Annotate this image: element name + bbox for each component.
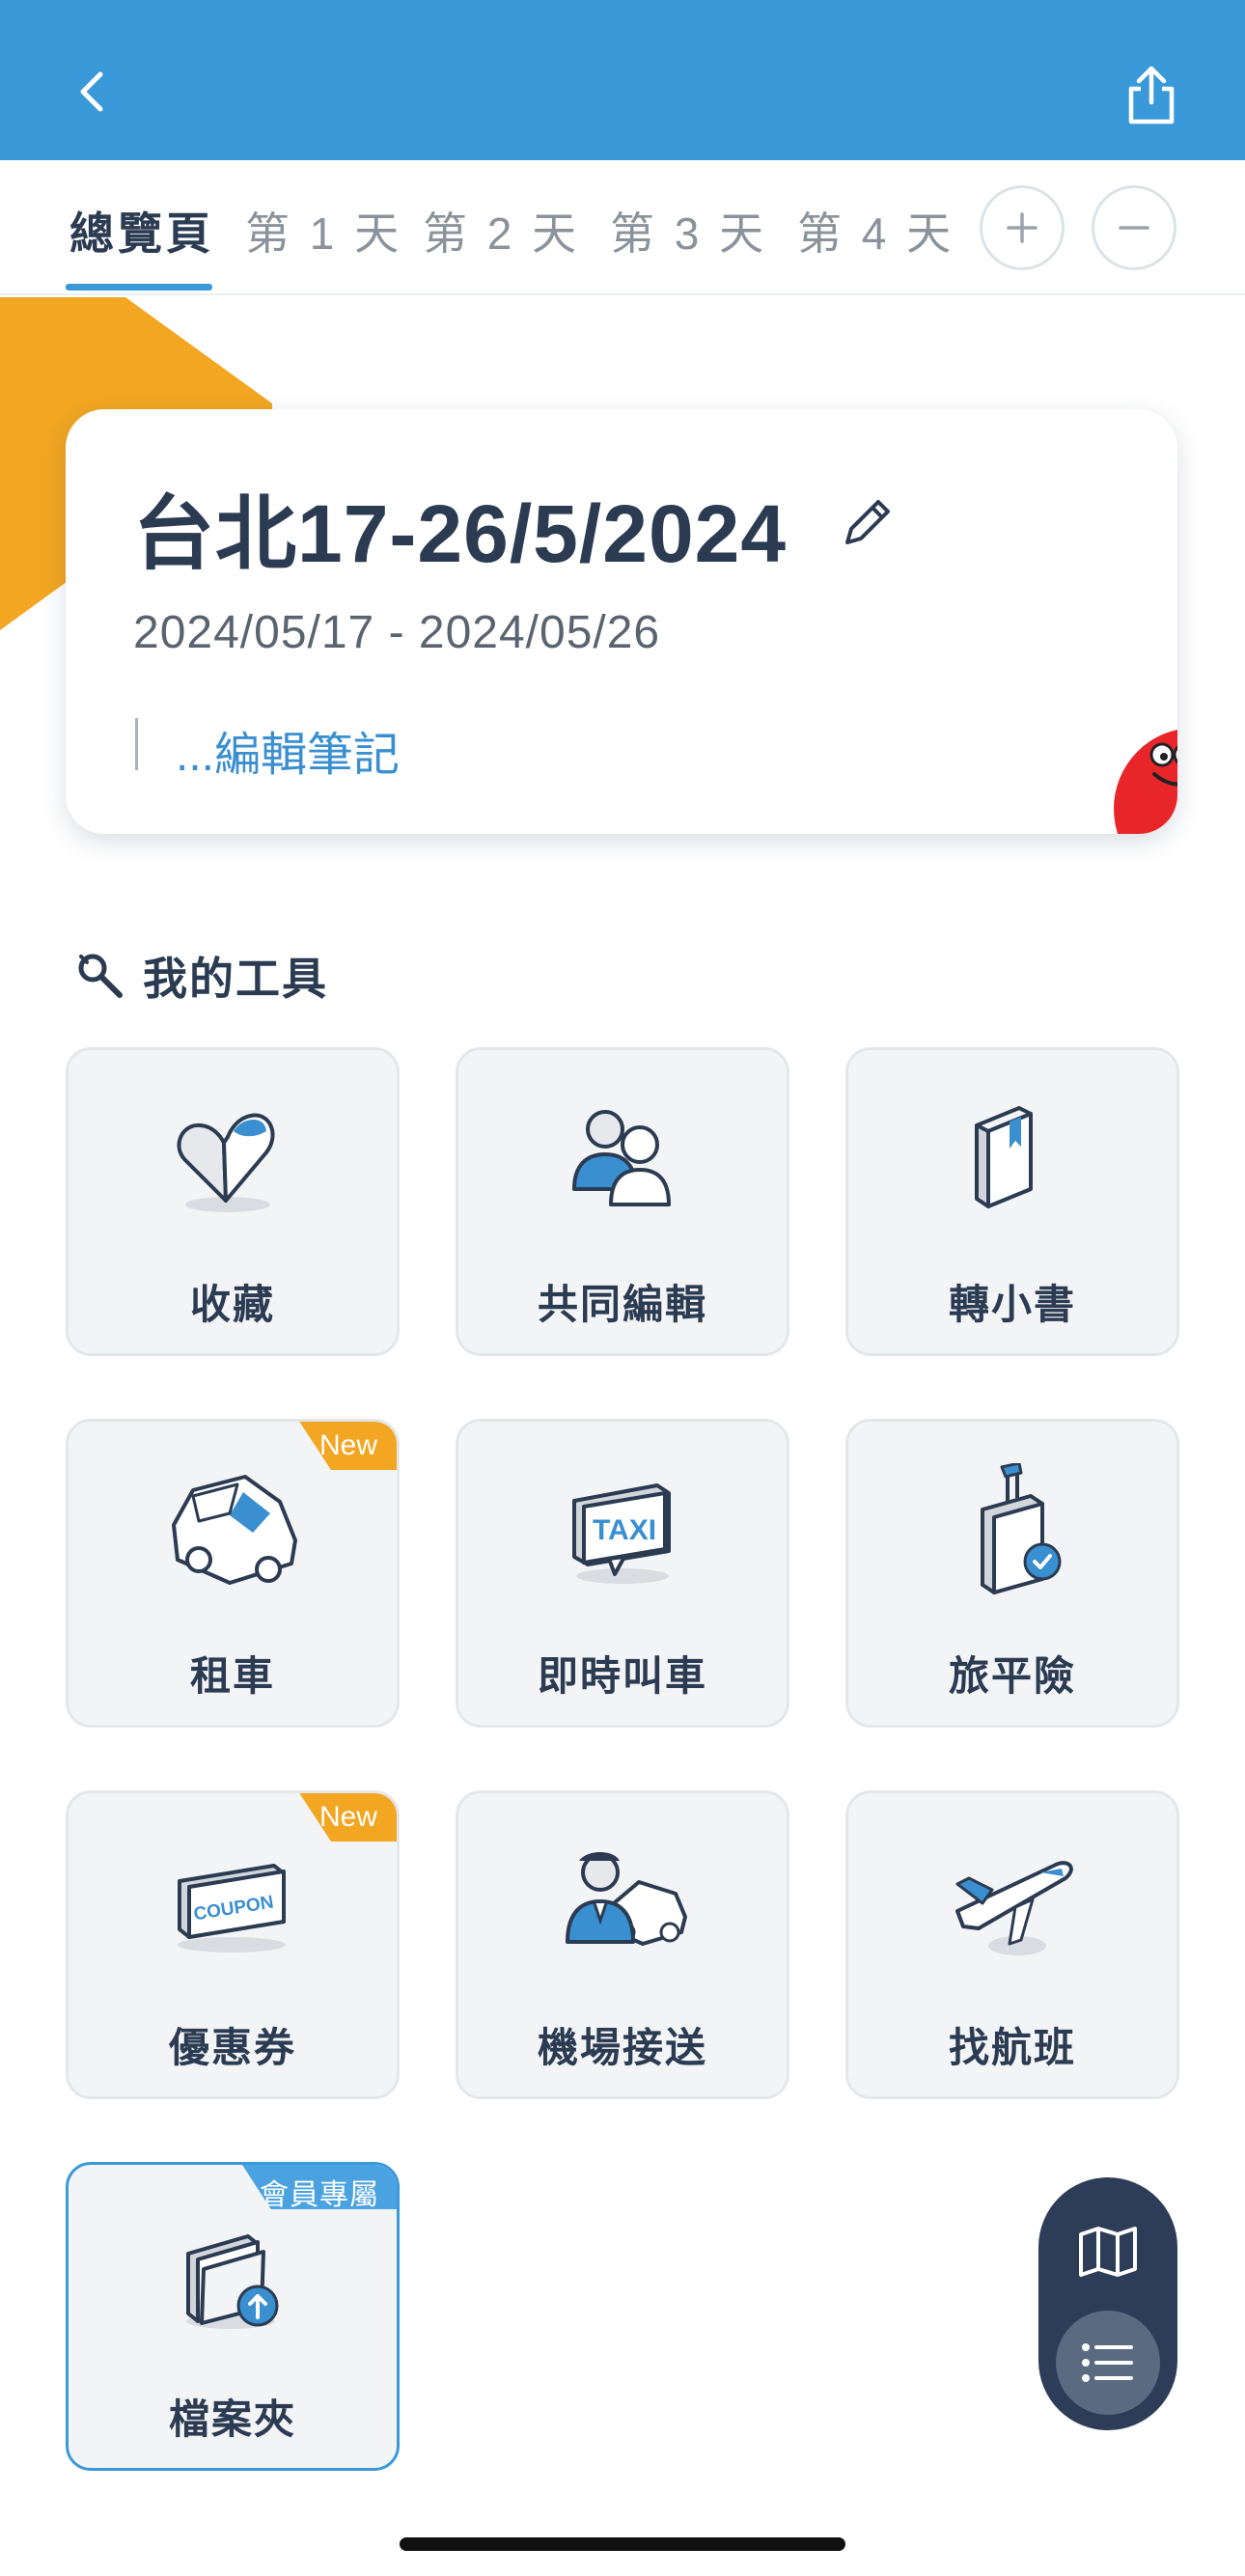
add-day-button[interactable] [980, 185, 1065, 270]
tool-travel-insurance[interactable]: 旅平險 [845, 1419, 1179, 1728]
trip-dates: 2024/05/17 - 2024/05/26 [133, 607, 661, 658]
mascot-illustration [1112, 716, 1177, 834]
tool-label: 機場接送 [537, 2025, 707, 2070]
people-icon [458, 1087, 787, 1232]
tab-day-4[interactable]: 第 4 天 [797, 199, 954, 263]
tool-label: 旅平險 [948, 1653, 1076, 1699]
tool-airport-transfer[interactable]: 機場接送 [456, 1790, 789, 2099]
share-button[interactable] [1120, 60, 1183, 131]
share-icon [1128, 66, 1175, 125]
list-view-button[interactable] [1056, 2311, 1160, 2415]
tool-folder[interactable]: 會員專屬 檔案夾 [66, 2162, 400, 2471]
tool-label: 租車 [189, 1653, 275, 1699]
tool-label: 優惠券 [168, 2025, 296, 2070]
tool-label: 找航班 [948, 2025, 1076, 2070]
tool-label: 轉小書 [948, 1282, 1076, 1327]
tools-section-header: 我的工具 [73, 944, 328, 1008]
tab-overview[interactable]: 總覽頁 [69, 199, 214, 263]
edit-title-button[interactable] [838, 494, 896, 552]
coupon-icon: COUPON [69, 1830, 397, 1975]
tool-co-edit[interactable]: 共同編輯 [456, 1047, 789, 1356]
tool-favorites[interactable]: 收藏 [66, 1047, 400, 1356]
wrench-search-icon [78, 954, 123, 998]
map-icon [1079, 2227, 1137, 2277]
tool-find-flights[interactable]: 找航班 [845, 1790, 1179, 2099]
day-tabs: 總覽頁 第 1 天 第 2 天 第 3 天 第 4 天 [0, 160, 1245, 295]
tab-day-1[interactable]: 第 1 天 [245, 199, 402, 263]
top-app-bar [0, 0, 1245, 160]
tab-day-2[interactable]: 第 2 天 [423, 199, 580, 263]
minus-icon [1119, 226, 1149, 230]
driver-car-icon [458, 1830, 787, 1975]
heart-icon [69, 1087, 397, 1232]
tool-to-booklet[interactable]: 轉小書 [845, 1047, 1179, 1356]
back-button[interactable] [60, 60, 124, 124]
plus-icon [1007, 212, 1038, 243]
luggage-icon [848, 1458, 1176, 1603]
chevron-left-icon [80, 71, 103, 112]
airplane-icon [848, 1830, 1176, 1975]
tool-car-rental[interactable]: New 租車 [66, 1419, 400, 1728]
car-icon [69, 1458, 397, 1603]
note-divider [135, 718, 138, 770]
taxi-icon: TAXI [458, 1458, 787, 1603]
tool-coupons[interactable]: New COUPON 優惠券 [66, 1790, 400, 2099]
tool-ride-hailing[interactable]: TAXI 即時叫車 [456, 1419, 789, 1728]
tab-day-3[interactable]: 第 3 天 [610, 199, 767, 263]
list-icon [1082, 2343, 1133, 2382]
remove-day-button[interactable] [1092, 185, 1176, 270]
trip-summary-card: 台北17-26/5/2024 2024/05/17 - 2024/05/26 .… [66, 409, 1177, 834]
edit-note-link[interactable]: ...編輯筆記 [176, 716, 400, 784]
trip-title: 台北17-26/5/2024 [133, 488, 788, 579]
tool-label: 收藏 [189, 1282, 275, 1327]
map-view-button[interactable] [1071, 2218, 1145, 2285]
floating-action-group [1038, 2177, 1177, 2430]
folder-upload-icon [69, 2202, 397, 2346]
active-tab-indicator [66, 284, 212, 291]
pencil-icon [845, 500, 890, 544]
tool-label: 即時叫車 [537, 1653, 707, 1699]
home-indicator [400, 2537, 845, 2551]
taxi-text: TAXI [593, 1514, 656, 1546]
tool-label: 檔案夾 [168, 2396, 296, 2442]
tools-section-title: 我的工具 [143, 954, 328, 1004]
tool-label: 共同編輯 [537, 1282, 707, 1327]
book-icon [848, 1087, 1176, 1232]
